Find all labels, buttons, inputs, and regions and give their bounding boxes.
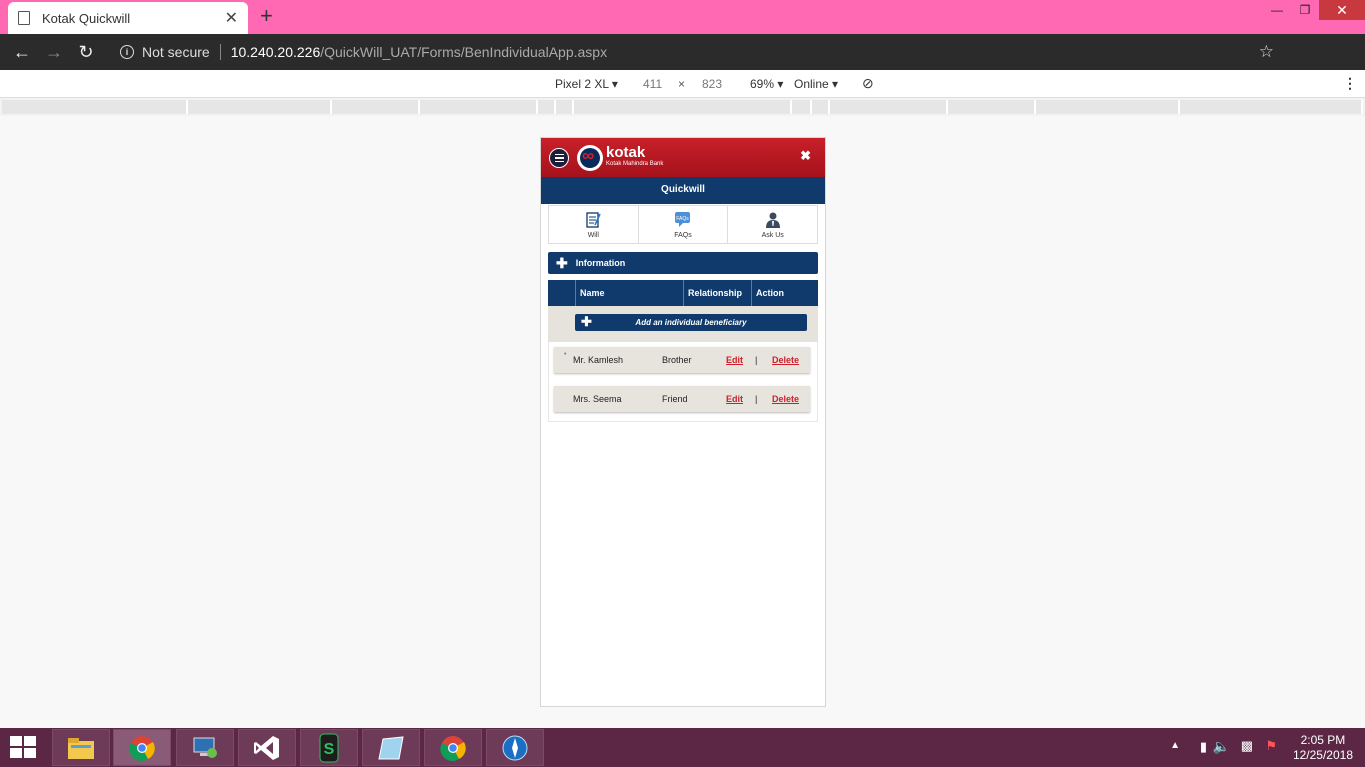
security-label[interactable]: Not secure xyxy=(142,44,210,60)
page-title: Quickwill xyxy=(541,177,825,204)
action-divider: | xyxy=(755,394,758,404)
file-explorer-icon[interactable] xyxy=(52,729,110,766)
back-arrow-icon[interactable]: ← xyxy=(6,42,38,63)
browser-toolbar: ← → ↻ i Not secure 10.240.20.226/QuickWi… xyxy=(0,34,1365,99)
brand-subtitle: Kotak Mahindra Bank xyxy=(606,161,664,167)
network-signal-icon[interactable]: ▩ xyxy=(1241,738,1253,754)
nav-faqs-label: FAQs xyxy=(674,231,692,239)
header-relationship: Relationship xyxy=(683,280,749,306)
device-toolbar: Pixel 2 XL ▾ 411 × 823 69% ▾ Online ▾ ⊘ … xyxy=(0,70,1365,98)
device-viewport: kotak Kotak Mahindra Bank ✖ Quickwill Wi… xyxy=(540,137,826,707)
nav-ask-us-label: Ask Us xyxy=(761,231,784,239)
person-icon xyxy=(764,211,782,229)
will-document-icon xyxy=(584,211,602,229)
chrome-icon[interactable] xyxy=(113,729,171,766)
app-header: kotak Kotak Mahindra Bank ✖ xyxy=(541,138,825,177)
action-divider: | xyxy=(755,355,758,365)
beneficiary-name: Mr. Kamlesh xyxy=(573,355,624,365)
beneficiary-name: Mrs. Seema xyxy=(573,394,622,404)
device-height[interactable]: 823 xyxy=(702,77,722,91)
windows-taskbar: S ▲ ▮ 🔈 ▩ ⚑ 2:05 PM 12/25/2018 xyxy=(0,728,1365,767)
nav-faqs[interactable]: FAQs FAQs xyxy=(639,206,729,243)
nav-ask-us[interactable]: Ask Us xyxy=(728,206,817,243)
add-beneficiary-row: ✚ Add an individual beneficiary xyxy=(548,306,818,342)
add-beneficiary-label: Add an individual beneficiary xyxy=(635,318,747,327)
row-marker-icon: • xyxy=(564,351,567,358)
tray-expand-icon[interactable]: ▲ xyxy=(1170,740,1180,751)
windows-start-icon[interactable] xyxy=(10,736,38,760)
delete-link[interactable]: Delete xyxy=(772,355,799,365)
bookmark-star-icon[interactable]: ☆ xyxy=(1259,42,1274,62)
app-s-icon[interactable]: S xyxy=(300,729,358,766)
chrome-secondary-icon[interactable] xyxy=(424,729,482,766)
address-bar[interactable]: i Not secure 10.240.20.226/QuickWill_UAT… xyxy=(108,37,1298,67)
remote-desktop-icon[interactable] xyxy=(176,729,234,766)
delete-link[interactable]: Delete xyxy=(772,394,799,404)
table-row: Mrs. Seema Friend Edit | Delete xyxy=(554,386,810,412)
header-name: Name xyxy=(575,280,683,306)
plus-icon: ✚ xyxy=(581,314,592,329)
beneficiary-list: • Mr. Kamlesh Brother Edit | Delete Mrs.… xyxy=(548,342,818,422)
kotak-logo-icon xyxy=(577,145,603,171)
compass-app-icon[interactable] xyxy=(486,729,544,766)
new-tab-button[interactable]: + xyxy=(260,5,273,27)
faq-bubble-icon: FAQs xyxy=(673,211,693,229)
clock-time: 2:05 PM xyxy=(1300,733,1346,747)
nav-will-label: Will xyxy=(587,231,599,239)
table-row: • Mr. Kamlesh Brother Edit | Delete xyxy=(554,347,810,373)
visual-studio-icon[interactable] xyxy=(238,729,296,766)
svg-text:FAQs: FAQs xyxy=(676,216,689,222)
reload-icon[interactable]: ↻ xyxy=(70,42,102,63)
tab-title: Kotak Quickwill xyxy=(42,10,131,26)
device-select[interactable]: Pixel 2 XL ▾ xyxy=(555,77,618,91)
hamburger-menu-icon[interactable] xyxy=(549,148,569,168)
browser-titlebar: Kotak Quickwill ✕ + — ❐ ✕ xyxy=(0,0,1365,34)
clock[interactable]: 2:05 PM 12/25/2018 xyxy=(1293,733,1353,763)
rotate-icon[interactable]: ⊘ xyxy=(862,75,874,92)
power-icon[interactable]: ▮ xyxy=(1200,739,1207,755)
window-controls: — ❐ ✕ xyxy=(1263,0,1365,22)
tab-close-icon[interactable]: ✕ xyxy=(225,8,238,28)
table-header: Name Relationship Action xyxy=(548,280,818,306)
volume-icon[interactable]: 🔈 xyxy=(1213,738,1230,755)
nav-will[interactable]: Will xyxy=(549,206,639,243)
action-center-icon[interactable]: ⚑ xyxy=(1265,738,1277,754)
window-close-icon[interactable]: ✕ xyxy=(1319,0,1365,20)
header-action: Action xyxy=(751,280,816,306)
media-query-ruler[interactable] xyxy=(0,98,1365,116)
plus-icon: ✚ xyxy=(556,255,568,271)
url-host[interactable]: 10.240.20.226 xyxy=(231,44,321,60)
beneficiary-relationship: Friend xyxy=(662,394,688,404)
information-label: Information xyxy=(575,258,626,268)
app-close-icon[interactable]: ✖ xyxy=(800,148,811,164)
notepad-icon[interactable] xyxy=(362,729,420,766)
edit-link[interactable]: Edit xyxy=(726,355,743,365)
url-path[interactable]: /QuickWill_UAT/Forms/BenIndividualApp.as… xyxy=(320,44,607,60)
device-width[interactable]: 411 xyxy=(643,77,662,91)
clock-date: 12/25/2018 xyxy=(1292,748,1353,762)
omnibox-separator xyxy=(219,44,221,60)
add-beneficiary-button[interactable]: ✚ Add an individual beneficiary xyxy=(575,314,807,331)
restore-icon[interactable]: ❐ xyxy=(1291,0,1319,20)
beneficiary-relationship: Brother xyxy=(662,355,692,365)
zoom-select[interactable]: 69% ▾ xyxy=(750,77,783,91)
brand-name: kotak xyxy=(606,144,646,161)
network-select[interactable]: Online ▾ xyxy=(794,77,838,91)
edit-link[interactable]: Edit xyxy=(726,394,743,404)
browser-tab[interactable]: Kotak Quickwill ✕ xyxy=(8,2,248,34)
dimension-times: × xyxy=(678,77,686,91)
devtools-menu-icon[interactable]: ⋮ xyxy=(1343,75,1357,92)
document-icon xyxy=(18,11,30,25)
information-toggle[interactable]: ✚ Information xyxy=(548,252,818,274)
icon-navigation: Will FAQs FAQs Ask Us xyxy=(548,205,818,244)
svg-text:S: S xyxy=(324,741,335,758)
forward-arrow-icon[interactable]: → xyxy=(38,42,70,63)
info-icon[interactable]: i xyxy=(120,45,134,59)
minimize-icon[interactable]: — xyxy=(1263,0,1291,20)
